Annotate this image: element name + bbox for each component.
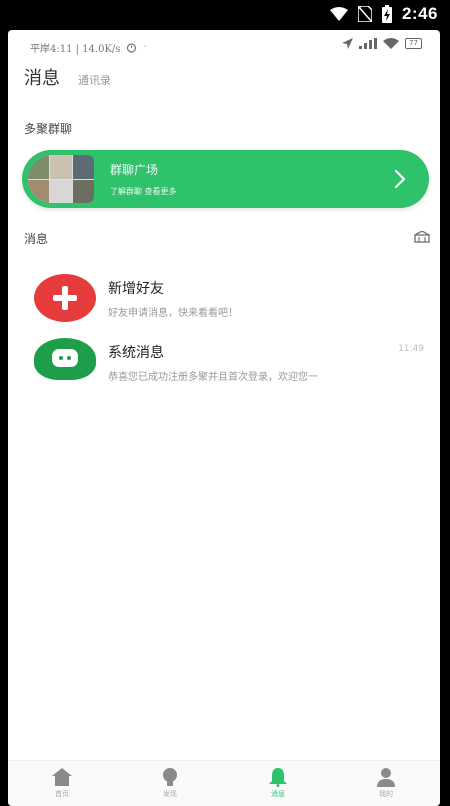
- nav-item-home[interactable]: 首页: [8, 761, 116, 806]
- message-item-system[interactable]: 系统消息 恭喜您已成功注册多聚并且首次登录，欢迎您一 11:49: [34, 338, 424, 390]
- battery-icon: 77: [405, 38, 422, 49]
- bottom-nav: 首页 发现 消息 我的: [8, 760, 440, 806]
- battery-charging-icon: [381, 5, 392, 23]
- home-icon: [52, 768, 72, 786]
- system-time: 2:46: [401, 4, 438, 23]
- carrier-speed-text: 平岸4:11 | 14.0K/s: [30, 44, 121, 55]
- nav-label: 发现: [163, 790, 177, 798]
- message-name: 系统消息: [108, 345, 164, 361]
- bell-icon: [269, 768, 287, 787]
- group-avatars: [28, 155, 94, 203]
- no-sim-icon: [357, 6, 372, 22]
- nav-label: 我的: [379, 790, 393, 798]
- message-item-new-friend[interactable]: 新增好友 好友申请消息，快来看看吧！: [34, 274, 424, 326]
- group-chat-banner[interactable]: 群聊广场 了解群聊 查看更多: [22, 150, 429, 208]
- bulb-icon: [163, 768, 177, 786]
- signal-icon: [359, 38, 378, 49]
- alarm-icon: [127, 43, 137, 53]
- message-name: 新增好友: [108, 281, 164, 297]
- plus-icon: [34, 274, 96, 322]
- tab-contacts[interactable]: 通讯录: [78, 72, 111, 88]
- system-status-bar: 2:46: [0, 0, 450, 30]
- dash-indicator: ·: [143, 42, 147, 53]
- banner-title: 群聊广场: [110, 163, 159, 177]
- message-time: 11:49: [398, 344, 424, 354]
- nav-item-discover[interactable]: 发现: [116, 761, 224, 806]
- nav-item-me[interactable]: 我的: [332, 761, 440, 806]
- inner-status-bar: 平岸4:11 | 14.0K/s · 77: [8, 36, 440, 58]
- user-icon: [377, 768, 395, 787]
- nav-label: 消息: [271, 790, 285, 798]
- wifi-icon: [329, 7, 348, 21]
- nav-item-messages[interactable]: 消息: [224, 761, 332, 806]
- location-icon: [342, 38, 354, 49]
- chat-bubble-icon: [34, 338, 96, 380]
- app-screen: 平岸4:11 | 14.0K/s · 77 消息 通讯录 多聚群聊 群聊广场 了…: [8, 30, 440, 806]
- banner-subtitle: 了解群聊 查看更多: [110, 187, 177, 196]
- message-preview: 好友申请消息，快来看看吧！: [108, 308, 238, 319]
- contacts-icon[interactable]: [414, 228, 430, 247]
- nav-label: 首页: [55, 790, 69, 798]
- chevron-right-icon: [385, 164, 415, 194]
- message-preview: 恭喜您已成功注册多聚并且首次登录，欢迎您一: [108, 372, 318, 383]
- top-tabs: 消息 通讯录: [24, 64, 111, 90]
- hot-chat-section-title: 多聚群聊: [24, 122, 73, 136]
- tab-messages[interactable]: 消息: [24, 64, 60, 90]
- wifi-small-icon: [383, 38, 400, 49]
- messages-section-title: 消息: [24, 232, 49, 246]
